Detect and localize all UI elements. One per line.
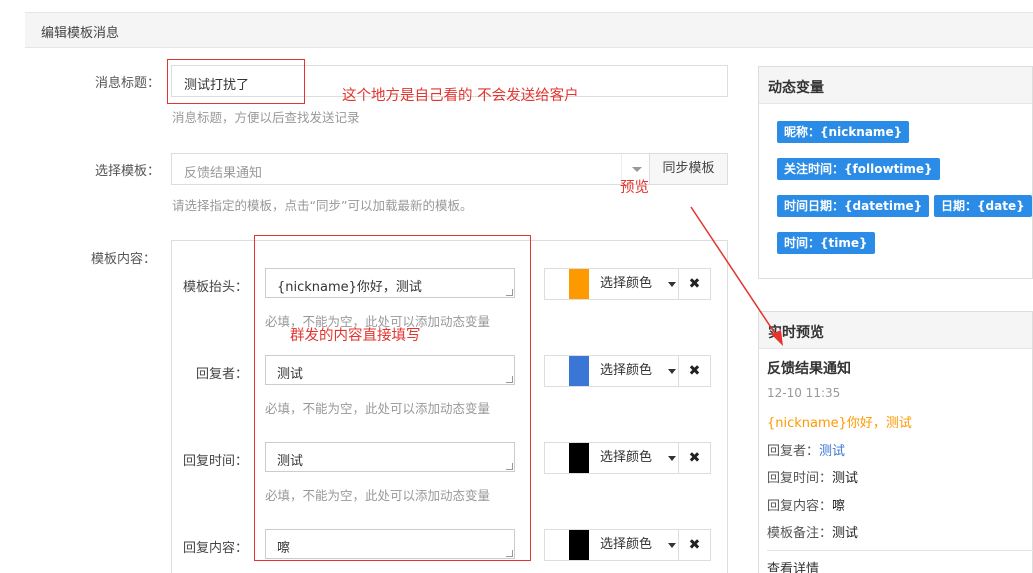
annotation-arrow-icon — [690, 206, 783, 346]
page: 编辑模板消息 消息标题： 测试打扰了 消息标题，方便以后查找发送记录 选择模板：… — [0, 0, 1033, 573]
